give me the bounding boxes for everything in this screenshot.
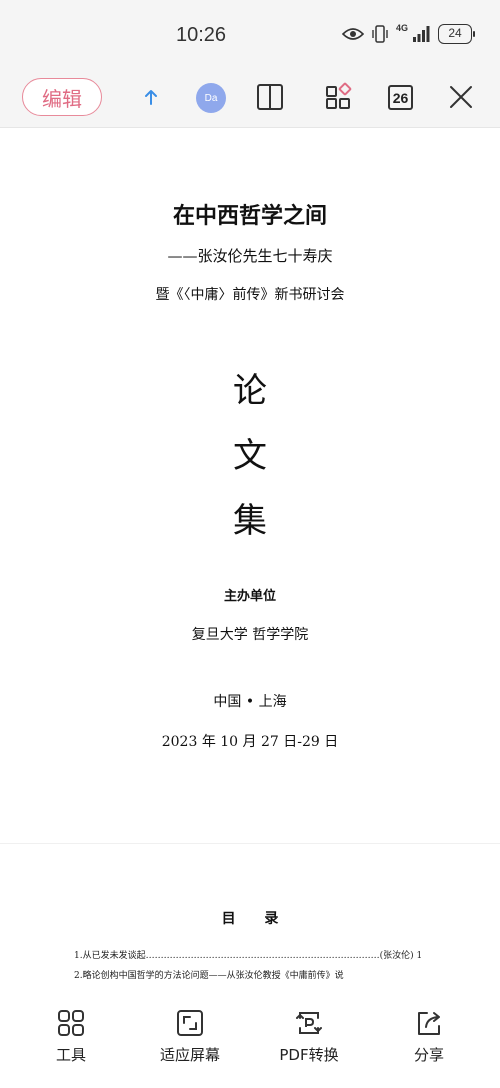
status-bar: 10:26 4G 24 — [0, 0, 500, 70]
apps-grid-icon — [326, 82, 352, 109]
battery-icon: 24 — [438, 24, 475, 44]
network-type-label: 4G — [395, 23, 408, 33]
document-page: 在中西哲学之间 ——张汝伦先生七十寿庆 暨《〈中庸〉前传》新书研讨会 论 文 集… — [0, 128, 500, 998]
scroll-top-button[interactable] — [136, 82, 166, 112]
document-subtitle-2: 暨《〈中庸〉前传》新书研讨会 — [155, 287, 345, 303]
pdf-convert-button[interactable]: PDF转换 — [259, 1008, 359, 1065]
status-time: 10:26 — [176, 24, 227, 46]
heading-char: 论 — [233, 371, 267, 411]
arrow-up-icon — [145, 90, 157, 105]
host-label: 主办单位 — [223, 589, 276, 604]
close-button[interactable] — [446, 82, 476, 112]
avatar[interactable]: Da — [196, 83, 226, 113]
tools-label: 工具 — [55, 1046, 86, 1064]
toc-item[interactable]: 1.从已发未发谈起……………………………………………………………………(张汝伦)… — [74, 948, 426, 961]
share-button[interactable]: 分享 — [379, 1008, 479, 1065]
tools-grid-icon — [58, 1010, 84, 1036]
vibrate-icon — [372, 25, 388, 43]
split-view-button[interactable] — [255, 82, 285, 112]
signal-icon — [413, 26, 430, 42]
reader-toolbar: 编辑 Da 26 — [0, 70, 500, 128]
fit-screen-label: 适应屏幕 — [159, 1046, 220, 1064]
page-divider — [0, 843, 500, 844]
tools-button[interactable]: 工具 — [21, 1008, 121, 1065]
toc-title: 目 录 — [221, 911, 291, 927]
split-view-icon — [257, 84, 283, 110]
toc-item[interactable]: 2.略论创构中国哲学的方法论问题——从张汝伦教授《中庸前传》说 — [74, 968, 426, 981]
document-title: 在中西哲学之间 — [172, 203, 327, 229]
share-icon — [418, 1012, 440, 1035]
page-count-badge[interactable]: 26 — [388, 85, 413, 110]
document-subtitle-1: ——张汝伦先生七十寿庆 — [167, 247, 333, 265]
fit-screen-button[interactable]: 适应屏幕 — [140, 1008, 240, 1065]
close-icon — [450, 86, 472, 108]
eye-icon — [341, 28, 364, 40]
bottom-toolbar: 工具 适应屏幕 PDF转换 分享 — [0, 998, 500, 1088]
host-organization: 复旦大学 哲学学院 — [191, 627, 309, 643]
apps-button[interactable] — [324, 82, 354, 112]
edit-button[interactable]: 编辑 — [22, 78, 102, 116]
status-icons: 4G 24 — [341, 23, 475, 44]
event-date: 2023 年 10 月 27 日-29 日 — [161, 734, 339, 750]
heading-char: 集 — [233, 501, 267, 541]
pdf-convert-label: PDF转换 — [279, 1046, 339, 1064]
heading-char: 文 — [233, 436, 267, 476]
pdf-convert-icon — [296, 1012, 322, 1034]
fit-screen-icon — [177, 1010, 203, 1036]
event-place: 中国 • 上海 — [213, 694, 287, 710]
share-label: 分享 — [413, 1046, 444, 1064]
